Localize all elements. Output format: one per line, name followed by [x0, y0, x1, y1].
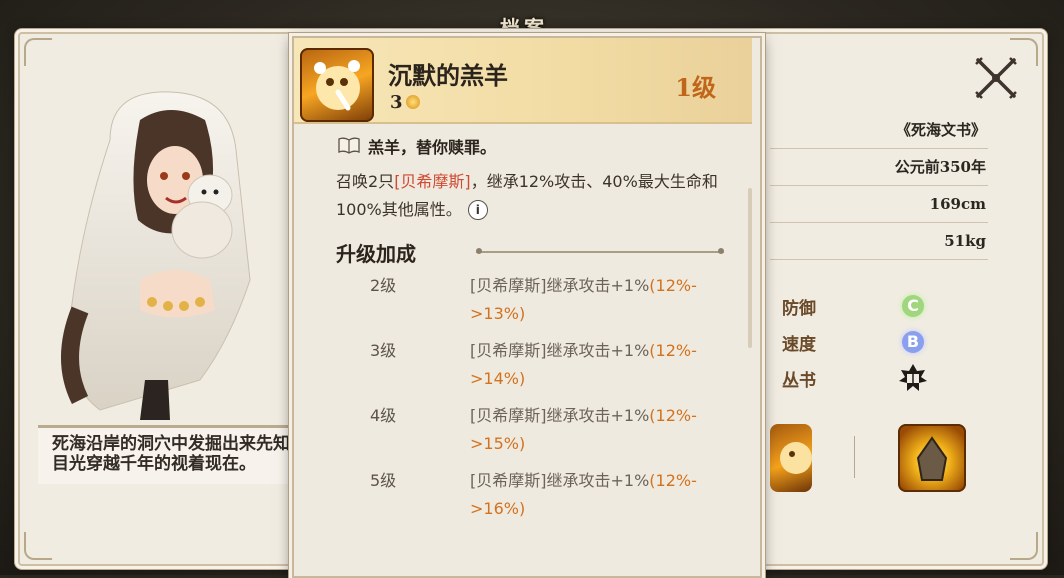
upgrade-text: [贝希摩斯]继承攻击+1%(12%->16%): [470, 467, 732, 523]
character-info: 《死海文书》 公元前350年 169cm 51kg: [770, 112, 988, 260]
info-height: 169cm: [770, 186, 988, 223]
upgrade-desc: [贝希摩斯]继承攻击+1%: [470, 341, 650, 360]
card-corner: [1010, 532, 1038, 560]
upgrade-level: 5级: [370, 471, 397, 490]
upgrade-text: [贝希摩斯]继承攻击+1%(12%->14%): [470, 337, 732, 393]
stat-label: 防御: [782, 298, 816, 319]
desc-prefix: 召唤2只: [336, 172, 395, 191]
upgrade-desc: [贝希摩斯]继承攻击+1%: [470, 471, 650, 490]
stat-defense: 防御 C: [768, 288, 980, 324]
close-icon[interactable]: [972, 54, 1020, 102]
divider-dot: [476, 248, 482, 254]
grade-badge: B: [902, 331, 924, 353]
upgrade-level: 3级: [370, 341, 397, 360]
info-icon[interactable]: i: [467, 200, 488, 220]
character-portrait: [61, 91, 251, 420]
upgrade-desc: [贝希摩斯]继承攻击+1%: [470, 276, 650, 295]
stat-label: 速度: [782, 334, 816, 355]
stat-series: 丛书: [768, 360, 980, 396]
upgrade-text: [贝希摩斯]继承攻击+1%(12%->13%): [470, 272, 732, 328]
card-corner: [24, 38, 52, 66]
card-corner: [24, 532, 52, 560]
stat-label: 丛书: [782, 370, 816, 391]
info-weight: 51kg: [770, 223, 988, 260]
upgrade-desc: [贝希摩斯]继承攻击+1%: [470, 406, 650, 425]
skill-flavor: 羔羊，替你赎罪。: [368, 138, 497, 157]
upgrade-text: [贝希摩斯]继承攻击+1%(12%->15%): [470, 402, 732, 458]
upgrade-level: 2级: [370, 276, 397, 295]
divider: [854, 436, 855, 478]
open-book-icon: [338, 137, 360, 154]
skill-slot-stone-icon[interactable]: [898, 424, 966, 492]
grade-badge: C: [902, 295, 924, 317]
upgrade-level: 4级: [370, 406, 397, 425]
info-source: 《死海文书》: [770, 112, 988, 149]
character-story: 死海沿岸的洞穴中发掘出来先知的目光穿越千年的视着现在。: [38, 425, 318, 484]
cost-value: 3: [390, 92, 403, 113]
skill-slot-lamb-icon[interactable]: [770, 424, 812, 492]
stat-speed: 速度 B: [768, 324, 980, 360]
divider-dot: [718, 248, 724, 254]
lamb-skill-icon: [300, 48, 374, 122]
skill-header: 沉默的羔羊 3 1级: [294, 38, 752, 124]
skill-cost: 3: [390, 92, 420, 113]
upgrade-divider: [476, 248, 724, 254]
coin-icon: [405, 95, 420, 109]
info-era: 公元前350年: [770, 149, 988, 186]
summon-name[interactable]: [贝希摩斯]: [394, 172, 471, 191]
skill-description: 召唤2只[贝希摩斯]，继承12%攻击、40%最大生命和100%其他属性。 i: [336, 168, 736, 224]
upgrade-title: 升级加成: [336, 242, 416, 266]
skill-tooltip: 沉默的羔羊 3 1级 羔羊，替你赎罪。 召唤2只[贝希摩斯]，继承12%攻击、4…: [292, 36, 762, 578]
skill-name: 沉默的羔羊: [388, 61, 508, 90]
skill-level: 1级: [675, 73, 716, 102]
tooltip-scrollbar[interactable]: [748, 188, 752, 348]
book-emblem-icon: [899, 364, 927, 391]
stat-panel: 防御 C 速度 B 丛书: [768, 288, 980, 418]
